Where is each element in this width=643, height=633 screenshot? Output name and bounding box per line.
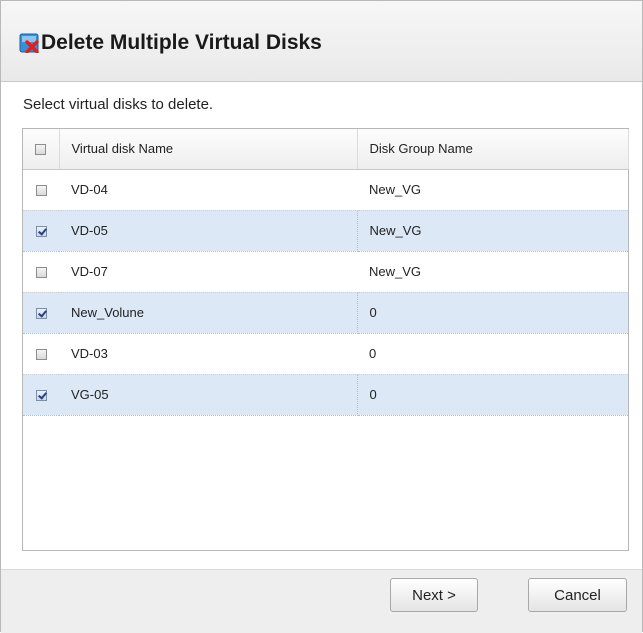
disk-group-name-cell: 0 (357, 333, 628, 375)
row-checkbox[interactable] (35, 390, 47, 402)
row-checkbox-cell (23, 333, 59, 375)
row-checkbox-cell (23, 209, 59, 252)
dialog-header: Delete Multiple Virtual Disks (1, 1, 642, 82)
disk-group-name-cell: New_VG (357, 251, 628, 293)
disk-group-name-cell: 0 (357, 291, 628, 334)
cancel-button[interactable]: Cancel (528, 578, 627, 612)
virtual-disk-name-cell: VD-05 (59, 209, 358, 252)
select-all-cell (23, 129, 60, 170)
disk-group-name-cell: New_VG (357, 209, 628, 252)
virtual-disk-name-cell: VG-05 (59, 373, 358, 416)
delete-virtual-disks-dialog: Delete Multiple Virtual Disks Select vir… (0, 0, 643, 633)
table-row[interactable]: New_Volune 0 (23, 291, 628, 334)
row-checkbox[interactable] (35, 267, 47, 279)
instruction-text: Select virtual disks to delete. (23, 96, 214, 113)
table-row[interactable]: VG-05 0 (23, 373, 628, 416)
table-row[interactable]: VD-07 New_VG (23, 251, 628, 293)
dialog-footer: Next > Cancel (1, 569, 642, 633)
row-checkbox[interactable] (35, 185, 47, 197)
virtual-disk-name-cell: VD-03 (59, 333, 357, 375)
table-row[interactable]: VD-05 New_VG (23, 209, 628, 252)
column-header-virtual-disk-name[interactable]: Virtual disk Name (59, 129, 358, 170)
row-checkbox[interactable] (35, 226, 47, 238)
select-all-checkbox[interactable] (35, 144, 47, 156)
virtual-disk-table: Virtual disk Name Disk Group Name VD-04 N… (22, 128, 629, 551)
table-row[interactable]: VD-04 New_VG (23, 169, 628, 211)
next-button[interactable]: Next > (390, 578, 478, 612)
table-header-row: Virtual disk Name Disk Group Name (23, 129, 629, 170)
virtual-disk-name-cell: VD-04 (59, 169, 357, 211)
virtual-disk-name-cell: VD-07 (59, 251, 357, 293)
row-checkbox-cell (23, 251, 59, 293)
row-checkbox-cell (23, 373, 59, 416)
row-checkbox-cell (23, 291, 59, 334)
disk-group-name-cell: 0 (357, 373, 628, 416)
column-header-disk-group-name[interactable]: Disk Group Name (357, 129, 629, 170)
table-row[interactable]: VD-03 0 (23, 333, 628, 375)
row-checkbox[interactable] (35, 349, 47, 361)
row-checkbox[interactable] (35, 308, 47, 320)
disk-group-name-cell: New_VG (357, 169, 628, 211)
delete-virtual-disk-icon (19, 33, 39, 53)
row-checkbox-cell (23, 169, 59, 211)
dialog-title: Delete Multiple Virtual Disks (41, 31, 322, 54)
virtual-disk-name-cell: New_Volune (59, 291, 358, 334)
